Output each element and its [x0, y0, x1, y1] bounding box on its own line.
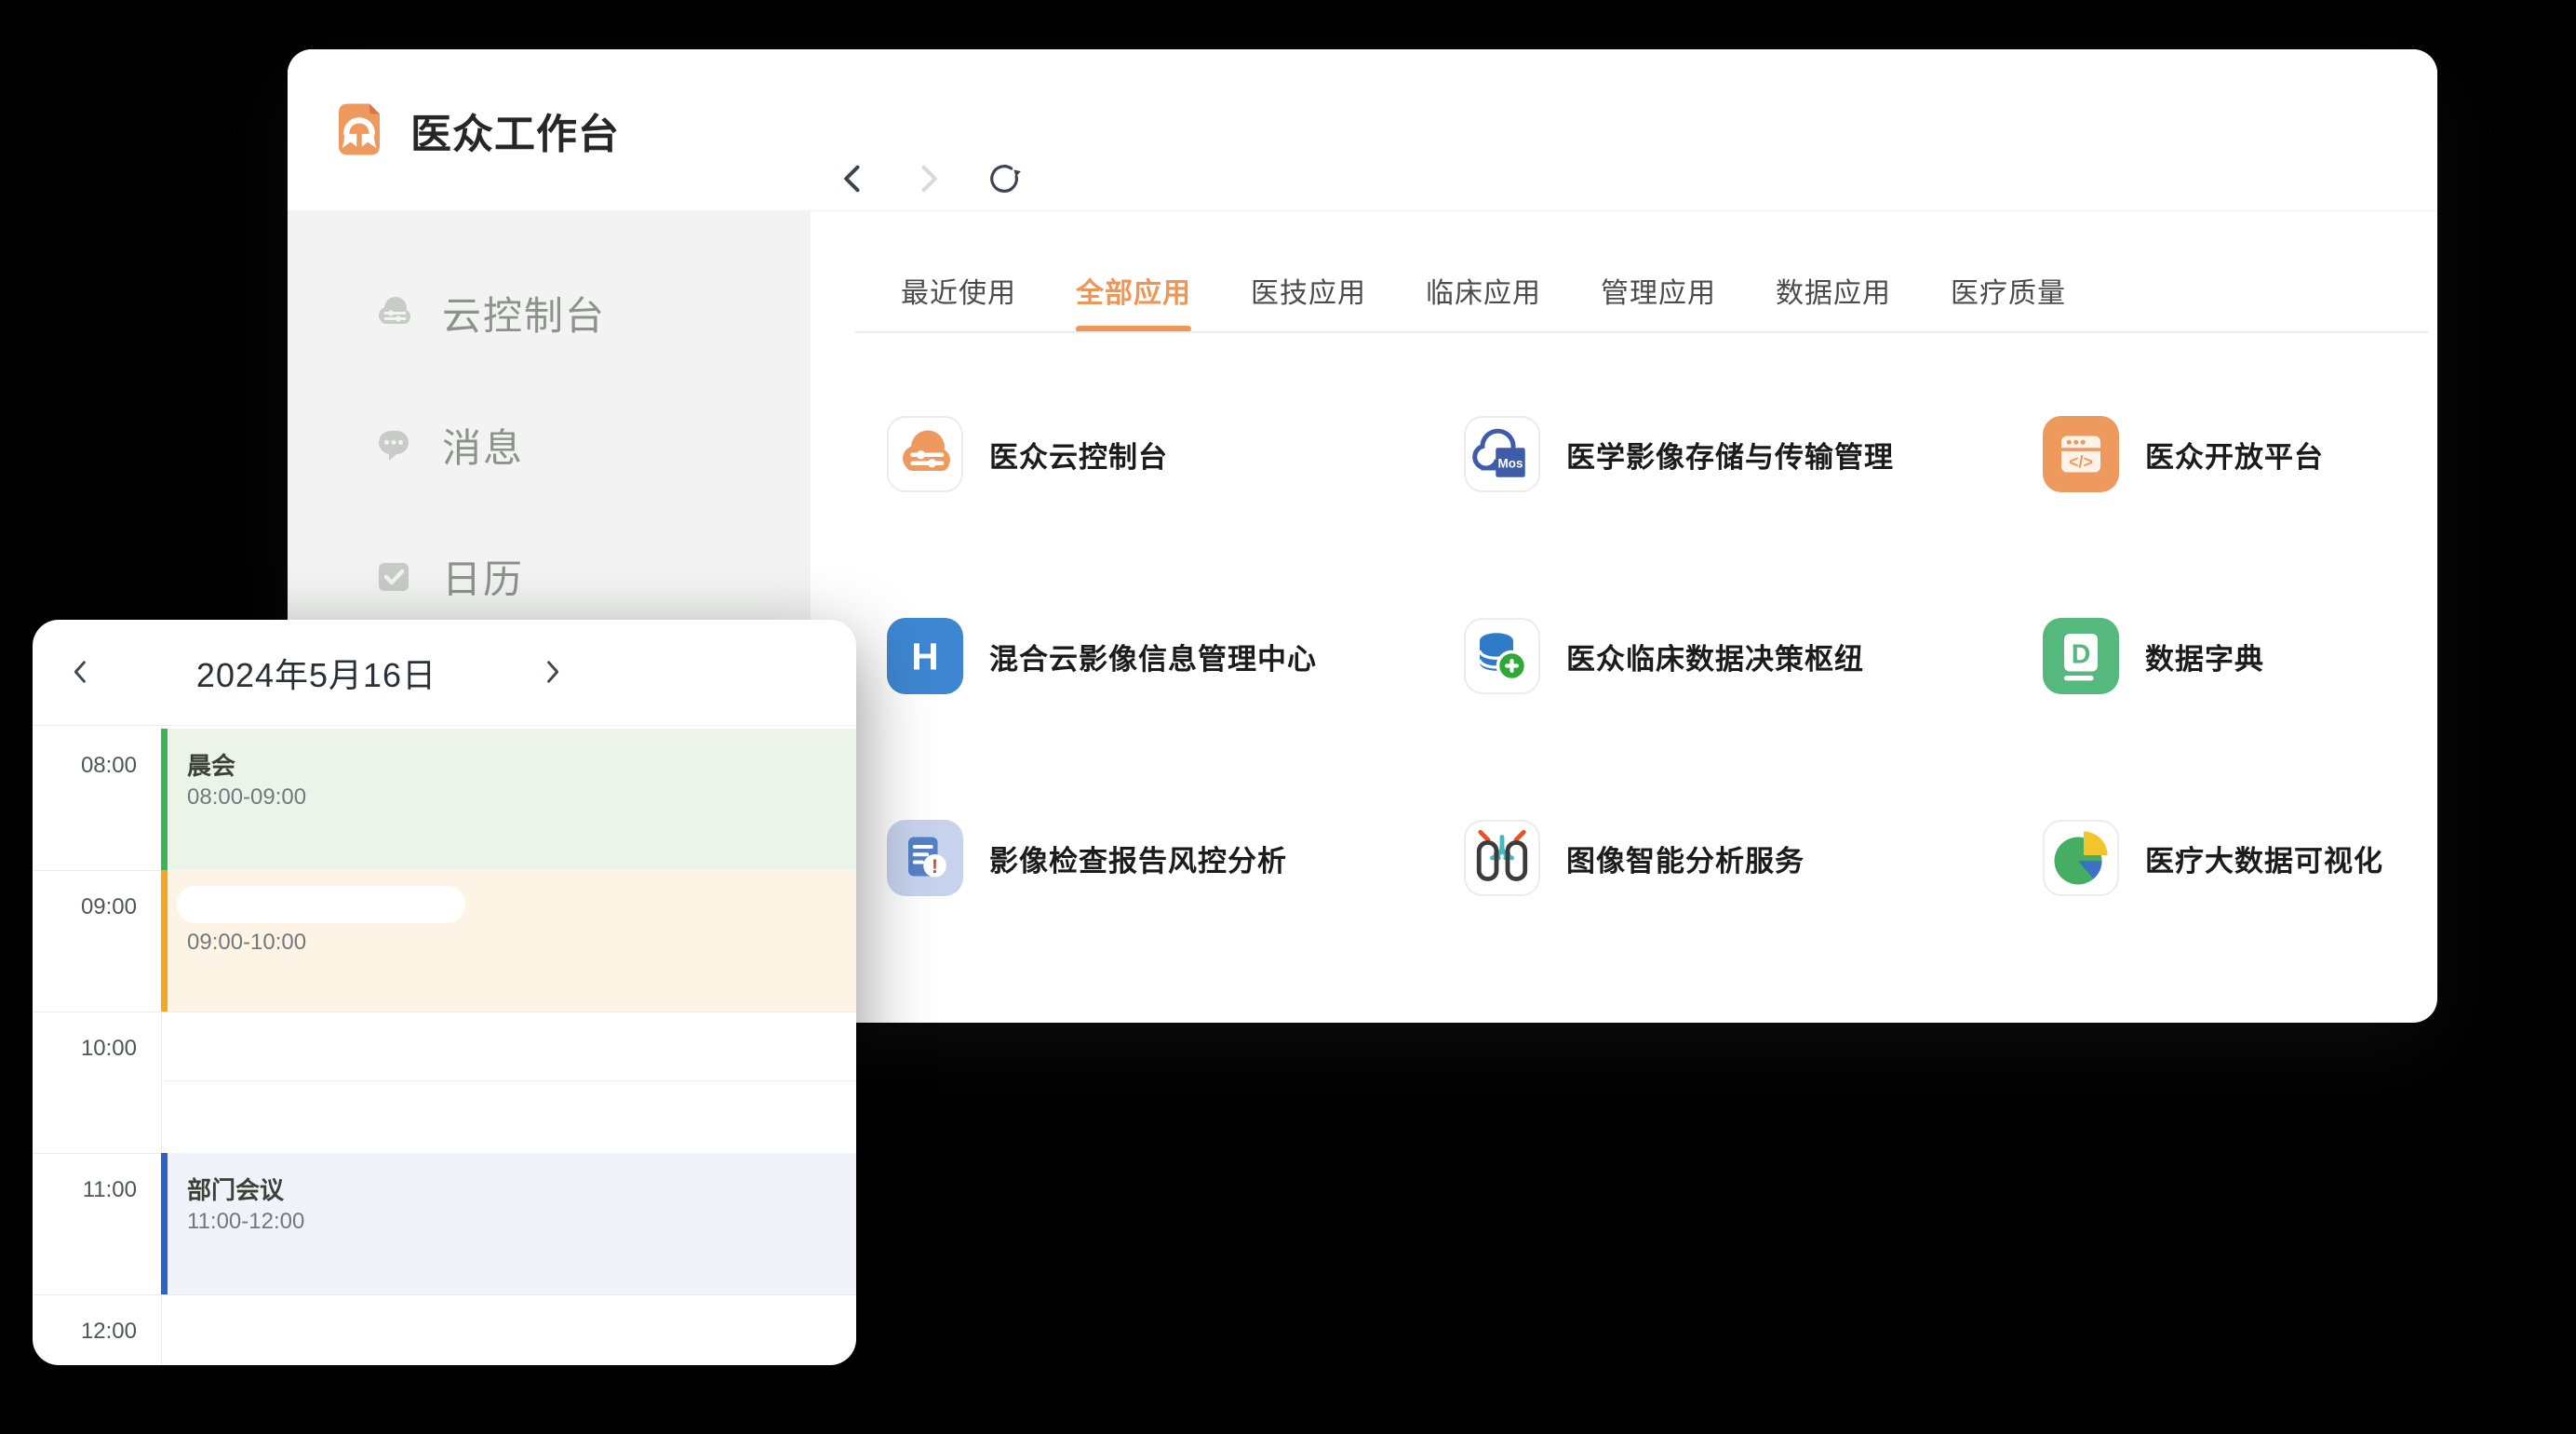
- event-time-range: 08:00-09:00: [187, 784, 306, 811]
- sidebar-item-calendar[interactable]: 日历: [288, 534, 811, 618]
- svg-text:!: !: [932, 856, 938, 878]
- event-time-range: 09:00-10:00: [187, 930, 306, 956]
- hour-gridline: [33, 1294, 856, 1295]
- app-title: 医众工作台: [410, 49, 620, 210]
- app-label: 医众临床数据决策枢纽: [1566, 636, 1864, 677]
- event-title: 晨会: [187, 747, 235, 782]
- pie-chart-icon: [2043, 820, 2119, 896]
- app-label: 医学影像存储与传输管理: [1566, 434, 1894, 476]
- sidebar-item-label: 消息: [442, 417, 524, 474]
- window-header: 医众工作台: [288, 49, 2437, 211]
- svg-text:D: D: [2072, 640, 2091, 670]
- tab-divider: [855, 331, 2428, 333]
- refresh-button[interactable]: [986, 160, 1023, 197]
- app-grid: 医众云控制台 Mos 医学影像存储: [887, 416, 2576, 1022]
- lungs-icon: [1464, 820, 1540, 896]
- app-image-storage[interactable]: Mos 医学影像存储与传输管理: [1464, 416, 2043, 492]
- sidebar-item-cloud-console[interactable]: 云控制台: [288, 271, 811, 355]
- app-label: 图像智能分析服务: [1566, 838, 1805, 879]
- time-label: 10:00: [33, 1036, 137, 1062]
- tab-bar: 最近使用 全部应用 医技应用 临床应用 管理应用 数据应用 医疗质量: [901, 248, 2066, 332]
- app-bigdata-visualization[interactable]: 医疗大数据可视化: [2043, 820, 2576, 896]
- app-open-platform[interactable]: </> 医众开放平台: [2043, 416, 2576, 492]
- app-label: 数据字典: [2145, 636, 2264, 677]
- event-accent-bar: [161, 870, 168, 1012]
- calendar-event-department-meeting[interactable]: 部门会议 11:00-12:00: [161, 1153, 856, 1294]
- refresh-icon: [986, 158, 1023, 199]
- svg-text:H: H: [911, 635, 938, 677]
- main-content: 最近使用 全部应用 医技应用 临床应用 管理应用 数据应用 医疗质量: [811, 211, 2437, 1023]
- tab-management-apps[interactable]: 管理应用: [1601, 248, 1716, 332]
- chevron-right-icon: [910, 161, 946, 196]
- app-image-ai-analysis[interactable]: 图像智能分析服务: [1464, 820, 2043, 896]
- message-bubble-icon: [371, 422, 416, 467]
- app-cloud-console[interactable]: 医众云控制台: [887, 416, 1464, 492]
- sidebar-item-label: 日历: [442, 548, 524, 605]
- event-title-redacted-pill: [177, 886, 465, 923]
- svg-text:Mos: Mos: [1498, 456, 1523, 470]
- time-label: 08:00: [33, 753, 137, 779]
- calendar-event-morning-meeting[interactable]: 晨会 08:00-09:00: [161, 729, 856, 870]
- calendar-check-icon: [371, 554, 416, 598]
- chevron-left-icon: [65, 656, 97, 688]
- tab-data-apps[interactable]: 数据应用: [1776, 248, 1891, 332]
- svg-text:</>: </>: [2069, 452, 2093, 471]
- app-logo-icon: [329, 99, 390, 160]
- cloud-sliders-icon: [371, 290, 416, 335]
- time-label: 11:00: [33, 1177, 137, 1203]
- tab-quality[interactable]: 医疗质量: [1951, 248, 2066, 332]
- back-button[interactable]: [835, 160, 872, 197]
- tab-medtech-apps[interactable]: 医技应用: [1251, 248, 1366, 332]
- calendar-next-day-button[interactable]: [535, 655, 569, 689]
- letter-h-icon: H: [887, 618, 963, 694]
- sidebar-item-messages[interactable]: 消息: [288, 403, 811, 487]
- calendar-day-view: 08:00 09:00 10:00 11:00 12:00 晨会 08:00-0…: [33, 725, 856, 1365]
- calendar-prev-day-button[interactable]: [64, 655, 98, 689]
- calendar-event-redacted[interactable]: 09:00-10:00: [161, 870, 856, 1012]
- tab-clinical-apps[interactable]: 临床应用: [1426, 248, 1541, 332]
- event-accent-bar: [161, 1153, 168, 1294]
- app-hybrid-cloud-imaging[interactable]: H 混合云影像信息管理中心: [887, 618, 1464, 694]
- app-report-risk-analysis[interactable]: ! 影像检查报告风控分析: [887, 820, 1464, 896]
- time-label: 12:00: [33, 1319, 137, 1345]
- time-label: 09:00: [33, 894, 137, 920]
- report-alert-icon: !: [887, 820, 963, 896]
- dictionary-book-icon: D: [2043, 618, 2119, 694]
- app-label: 医疗大数据可视化: [2145, 838, 2383, 879]
- chevron-right-icon: [536, 656, 568, 688]
- database-plus-icon: [1464, 618, 1540, 694]
- code-window-icon: </>: [2043, 416, 2119, 492]
- sidebar-item-label: 云控制台: [442, 285, 606, 342]
- tab-recent[interactable]: 最近使用: [901, 248, 1016, 332]
- app-label: 影像检查报告风控分析: [989, 838, 1287, 879]
- app-label: 医众云控制台: [989, 434, 1168, 476]
- event-accent-bar: [161, 729, 168, 870]
- event-time-range: 11:00-12:00: [187, 1209, 304, 1235]
- desktop-background: 医众工作台: [0, 0, 2576, 1434]
- app-label: 医众开放平台: [2145, 434, 2324, 476]
- app-label: 混合云影像信息管理中心: [989, 636, 1317, 677]
- app-clinical-data-hub[interactable]: 医众临床数据决策枢纽: [1464, 618, 2043, 694]
- half-hour-gridline: [161, 1080, 856, 1081]
- tab-all-apps[interactable]: 全部应用: [1076, 248, 1191, 332]
- mos-cloud-icon: Mos: [1464, 416, 1540, 492]
- calendar-date-label: 2024年5月16日: [135, 620, 498, 725]
- calendar-popup: 2024年5月16日 08:00 09:00 10:00 11:00 12:00…: [33, 620, 856, 1365]
- chevron-left-icon: [836, 161, 871, 196]
- calendar-header: 2024年5月16日: [33, 620, 856, 726]
- forward-button[interactable]: [909, 160, 946, 197]
- orange-cloud-sliders-icon: [887, 416, 963, 492]
- app-data-dictionary[interactable]: D 数据字典: [2043, 618, 2576, 694]
- event-title: 部门会议: [187, 1172, 284, 1206]
